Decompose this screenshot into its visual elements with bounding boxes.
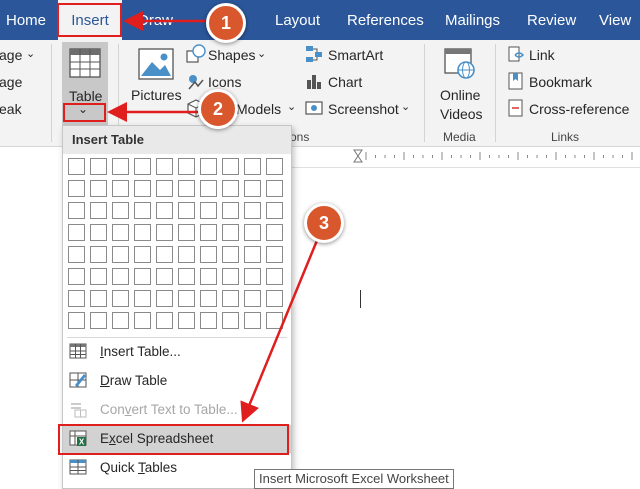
- annotation-arrows: [107, 11, 320, 423]
- step-badge-2: 2: [198, 89, 238, 129]
- step-badge-3: 3: [304, 203, 344, 243]
- arrow-step-3: [240, 237, 320, 423]
- step-badge-1: 1: [206, 3, 246, 43]
